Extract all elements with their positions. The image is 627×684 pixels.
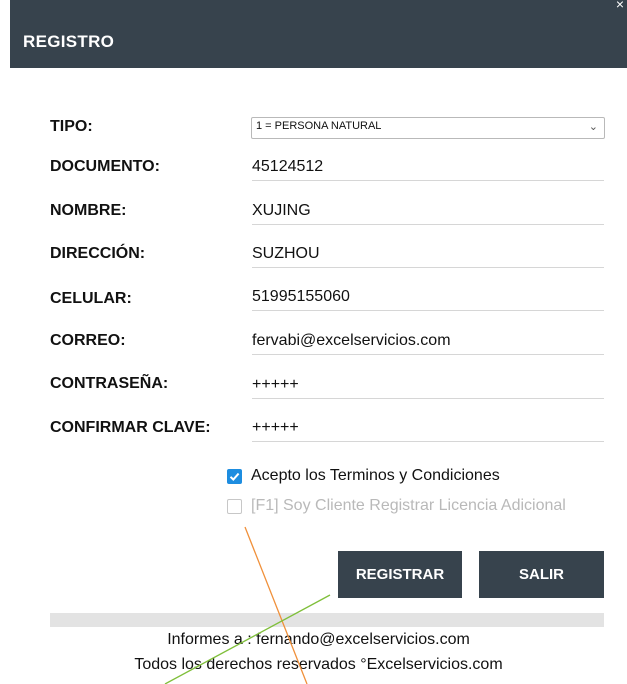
tipo-label: TIPO:	[50, 118, 93, 135]
footer-contact: Informes a : fernando@excelservicios.com	[167, 631, 470, 648]
exit-button[interactable]: SALIR	[479, 551, 604, 598]
correo-field[interactable]: fervabi@excelservicios.com	[252, 330, 604, 355]
direccion-field[interactable]: SUZHOU	[252, 243, 604, 268]
terms-checkbox[interactable]	[227, 469, 242, 484]
register-button[interactable]: REGISTRAR	[338, 551, 462, 598]
confirmar-label: CONFIRMAR CLAVE:	[50, 419, 211, 436]
title-bar: REGISTRO	[10, 14, 627, 68]
footer-divider-bar	[50, 613, 604, 627]
celular-field[interactable]: 51995155060	[252, 286, 604, 311]
tipo-select-value: 1 = PERSONA NATURAL	[256, 120, 382, 132]
confirmar-field[interactable]: +++++	[252, 417, 604, 442]
nombre-field[interactable]: XUJING	[252, 200, 604, 225]
license-checkbox-label[interactable]: [F1] Soy Cliente Registrar Licencia Adic…	[251, 497, 566, 515]
nombre-label: NOMBRE:	[50, 202, 127, 219]
documento-field[interactable]: 45124512	[252, 156, 604, 181]
tipo-select[interactable]: 1 = PERSONA NATURAL ⌄	[251, 117, 605, 139]
footer-copyright: Todos los derechos reservados °Excelserv…	[134, 656, 503, 673]
documento-label: DOCUMENTO:	[50, 158, 160, 175]
check-icon	[229, 472, 240, 481]
license-checkbox[interactable]	[227, 499, 242, 514]
register-window: × REGISTRO TIPO: 1 = PERSONA NATURAL ⌄ D…	[10, 0, 627, 684]
chevron-down-icon: ⌄	[588, 121, 598, 133]
contrasena-field[interactable]: +++++	[252, 374, 604, 399]
terms-checkbox-label[interactable]: Acepto los Terminos y Condiciones	[251, 467, 500, 485]
window-top-strip: ×	[10, 0, 627, 14]
window-title: REGISTRO	[23, 32, 115, 51]
contrasena-label: CONTRASEÑA:	[50, 375, 169, 392]
correo-label: CORREO:	[50, 332, 126, 349]
celular-label: CELULAR:	[50, 290, 132, 307]
close-icon[interactable]: ×	[613, 0, 627, 11]
direccion-label: DIRECCIÓN:	[50, 245, 146, 262]
